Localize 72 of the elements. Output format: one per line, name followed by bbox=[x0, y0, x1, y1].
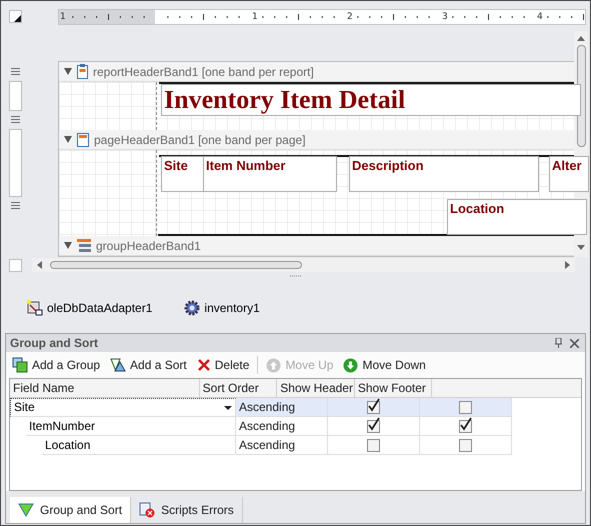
ruler-number: 2 bbox=[347, 11, 353, 24]
collapse-icon[interactable] bbox=[64, 136, 72, 143]
report-title-field[interactable]: Inventory Item Detail bbox=[161, 84, 581, 116]
column-header[interactable]: Show Footer bbox=[354, 379, 432, 398]
band-header[interactable]: pageHeaderBand1 [one band per page] bbox=[59, 130, 574, 150]
band-handle-icon[interactable] bbox=[11, 202, 20, 210]
splitter-grip-icon[interactable] bbox=[290, 275, 302, 279]
column-header[interactable]: Sort Order bbox=[200, 379, 278, 398]
add-group-icon bbox=[12, 357, 28, 373]
clipboard-icon bbox=[77, 64, 88, 79]
collapse-icon[interactable] bbox=[64, 68, 72, 75]
toolbar-button[interactable]: Add a Sort bbox=[108, 358, 189, 372]
ruler-number: 1 bbox=[60, 11, 66, 24]
ruler-corner-button[interactable] bbox=[9, 10, 22, 23]
band-header[interactable]: reportHeaderBand1 [one band per report] bbox=[59, 62, 574, 82]
script-error-icon bbox=[139, 502, 156, 518]
label-field[interactable]: Location bbox=[447, 199, 587, 235]
group-header-icon bbox=[77, 239, 91, 252]
band-header[interactable]: groupHeaderBand1 bbox=[59, 236, 574, 256]
scroll-down-icon[interactable] bbox=[577, 245, 585, 251]
field-name-cell[interactable]: Location bbox=[42, 436, 236, 455]
funnel-icon bbox=[18, 503, 34, 517]
label-field[interactable]: Item Number bbox=[203, 156, 337, 192]
data-adapter-icon bbox=[27, 300, 43, 316]
band-handle-icon[interactable] bbox=[11, 116, 20, 124]
component-label[interactable]: oleDbDataAdapter1 bbox=[47, 301, 152, 315]
pin-icon[interactable] bbox=[555, 338, 562, 348]
toolbar-button[interactable]: Move Down bbox=[341, 358, 428, 372]
field-name-cell[interactable]: Site bbox=[10, 398, 236, 417]
field-name-cell[interactable]: ItemNumber bbox=[26, 417, 236, 436]
band-title: groupHeaderBand1 bbox=[96, 238, 201, 252]
scroll-up-icon[interactable] bbox=[577, 35, 585, 41]
vertical-ruler bbox=[9, 258, 22, 272]
ruler-number: 4 bbox=[537, 11, 543, 24]
panel-title: Group and Sort bbox=[10, 336, 99, 350]
sort-order-cell[interactable]: Ascending bbox=[236, 417, 328, 436]
add-sort-icon bbox=[110, 358, 126, 372]
toolbar-button[interactable]: Delete bbox=[194, 358, 252, 372]
checkbox[interactable] bbox=[459, 400, 472, 414]
label-field[interactable]: Site bbox=[161, 156, 204, 192]
page-header-icon bbox=[77, 132, 89, 146]
checkbox[interactable] bbox=[367, 400, 380, 414]
column-header[interactable]: Show Header bbox=[277, 379, 355, 398]
checkbox[interactable] bbox=[367, 438, 380, 452]
scroll-left-icon[interactable] bbox=[36, 261, 42, 269]
horizontal-scrollbar[interactable] bbox=[32, 258, 575, 272]
band-title: pageHeaderBand1 [one band per page] bbox=[94, 132, 306, 146]
close-icon[interactable] bbox=[570, 338, 579, 348]
sort-order-cell[interactable]: Ascending bbox=[236, 398, 328, 417]
label-field[interactable]: Alter bbox=[549, 156, 589, 192]
gear-icon bbox=[184, 300, 200, 316]
ruler-number: 1 bbox=[252, 11, 258, 24]
column-header[interactable]: Field Name bbox=[10, 379, 200, 398]
sort-order-cell[interactable]: Ascending bbox=[236, 436, 328, 455]
checkbox[interactable] bbox=[459, 420, 472, 432]
dropdown-icon[interactable] bbox=[224, 406, 232, 410]
panel-tab[interactable]: Group and Sort bbox=[10, 497, 132, 523]
ruler-number: 3 bbox=[442, 11, 448, 24]
component-label[interactable]: inventory1 bbox=[204, 301, 260, 315]
scroll-right-icon[interactable] bbox=[565, 261, 571, 269]
vertical-ruler bbox=[9, 81, 22, 111]
corner-triangle-icon bbox=[14, 15, 21, 22]
collapse-icon[interactable] bbox=[64, 242, 72, 249]
band-handle-icon[interactable] bbox=[11, 68, 20, 76]
vertical-ruler bbox=[9, 129, 22, 197]
label-field[interactable]: Description bbox=[349, 156, 539, 192]
delete-icon bbox=[196, 358, 211, 372]
toolbar-button[interactable]: Add a Group bbox=[10, 357, 102, 373]
panel-tab[interactable]: Scripts Errors bbox=[131, 497, 243, 523]
checkbox[interactable] bbox=[367, 420, 380, 432]
checkbox[interactable] bbox=[459, 438, 472, 452]
band-title: reportHeaderBand1 [one band per report] bbox=[93, 64, 314, 78]
